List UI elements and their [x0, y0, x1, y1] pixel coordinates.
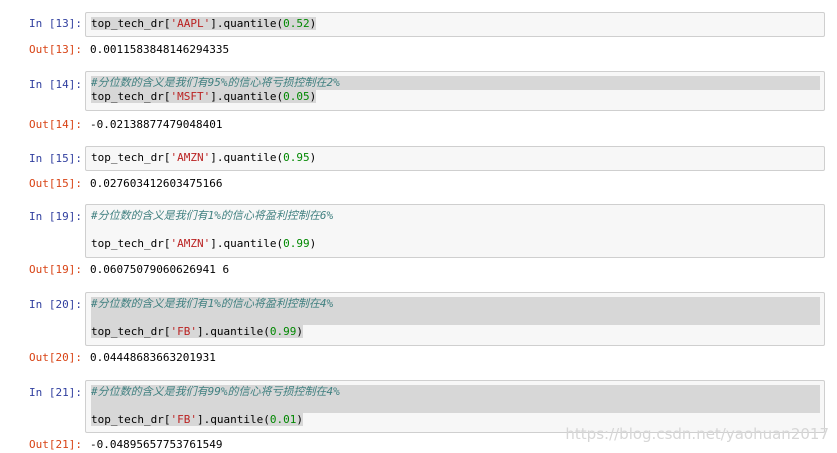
- code-comment: #分位数的含义是我们有99%的信心将亏损控制在4%: [91, 385, 820, 399]
- input-prompt: In [21]:: [29, 386, 82, 399]
- code-line: top_tech_dr['AMZN'].quantile(0.95): [91, 151, 820, 165]
- code-string: 'AAPL': [170, 17, 211, 30]
- code-string: 'MSFT': [170, 90, 211, 103]
- code-string: 'FB': [170, 413, 197, 426]
- output-prompt: Out[15]:: [29, 177, 82, 190]
- code-input[interactable]: top_tech_dr['AAPL'].quantile(0.52): [85, 12, 825, 37]
- code-method: ].quantile(: [210, 237, 284, 250]
- output-prompt: Out[19]:: [29, 263, 82, 276]
- input-prompt: In [13]:: [29, 17, 82, 30]
- code-close: ): [309, 17, 317, 30]
- code-input[interactable]: #分位数的含义是我们有1%的信心将盈利控制在4% top_tech_dr['FB…: [85, 292, 825, 346]
- code-number: 0.05: [283, 90, 310, 103]
- code-comment: #分位数的含义是我们有1%的信心将盈利控制在4%: [91, 297, 820, 311]
- code-var: top_tech_dr[: [91, 17, 171, 30]
- code-var: top_tech_dr[: [91, 90, 171, 103]
- code-number: 0.99: [283, 237, 310, 250]
- code-string: 'AMZN': [170, 237, 211, 250]
- code-string: 'AMZN': [170, 151, 211, 164]
- code-line: top_tech_dr['AAPL'].quantile(0.52): [91, 17, 820, 31]
- code-input[interactable]: top_tech_dr['AMZN'].quantile(0.95): [85, 146, 825, 171]
- code-method: ].quantile(: [196, 325, 270, 338]
- code-number: 0.99: [269, 325, 297, 338]
- cell-output: -0.04895657753761549: [90, 438, 223, 451]
- output-prompt: Out[13]:: [29, 43, 82, 56]
- cell-output: -0.02138877479048401: [90, 118, 223, 131]
- code-line: top_tech_dr['AMZN'].quantile(0.99): [91, 237, 820, 251]
- output-prompt: Out[20]:: [29, 351, 82, 364]
- code-method: ].quantile(: [196, 413, 270, 426]
- code-var: top_tech_dr[: [91, 325, 171, 338]
- input-prompt: In [15]:: [29, 152, 82, 165]
- output-prompt: Out[14]:: [29, 118, 82, 131]
- code-close: ): [309, 237, 317, 250]
- input-prompt: In [14]:: [29, 78, 82, 91]
- code-line: top_tech_dr['FB'].quantile(0.99): [91, 325, 820, 339]
- cell-output: 0.04448683663201931: [90, 351, 216, 364]
- watermark: https://blog.csdn.net/yaohuan2017: [565, 425, 829, 443]
- code-method: ].quantile(: [210, 17, 284, 30]
- code-number: 0.95: [283, 151, 310, 164]
- code-method: ].quantile(: [210, 151, 284, 164]
- code-close: ): [309, 90, 317, 103]
- code-var: top_tech_dr[: [91, 413, 171, 426]
- code-input[interactable]: #分位数的含义是我们有95%的信心将亏损控制在2% top_tech_dr['M…: [85, 71, 825, 111]
- code-number: 0.01: [269, 413, 297, 426]
- code-method: ].quantile(: [210, 90, 284, 103]
- code-number: 0.52: [283, 17, 310, 30]
- input-prompt: In [20]:: [29, 298, 82, 311]
- code-string: 'FB': [170, 325, 197, 338]
- code-close: ): [309, 151, 317, 164]
- code-var: top_tech_dr[: [91, 151, 171, 164]
- output-prompt: Out[21]:: [29, 438, 82, 451]
- code-input[interactable]: #分位数的含义是我们有1%的信心将盈利控制在6% top_tech_dr['AM…: [85, 204, 825, 258]
- blank-line: [91, 311, 820, 325]
- code-var: top_tech_dr[: [91, 237, 171, 250]
- code-close: ): [296, 325, 303, 338]
- cell-output: 0.06075079060626941 6: [90, 263, 230, 276]
- cell-output: 0.0011583848146294335: [90, 43, 230, 56]
- code-line: top_tech_dr['MSFT'].quantile(0.05): [91, 90, 820, 104]
- cell-output: 0.027603412603475166: [90, 177, 223, 190]
- code-close: ): [296, 413, 303, 426]
- code-comment: #分位数的含义是我们有95%的信心将亏损控制在2%: [91, 76, 820, 90]
- input-prompt: In [19]:: [29, 210, 82, 223]
- code-comment: #分位数的含义是我们有1%的信心将盈利控制在6%: [91, 209, 334, 222]
- blank-line: [91, 399, 820, 413]
